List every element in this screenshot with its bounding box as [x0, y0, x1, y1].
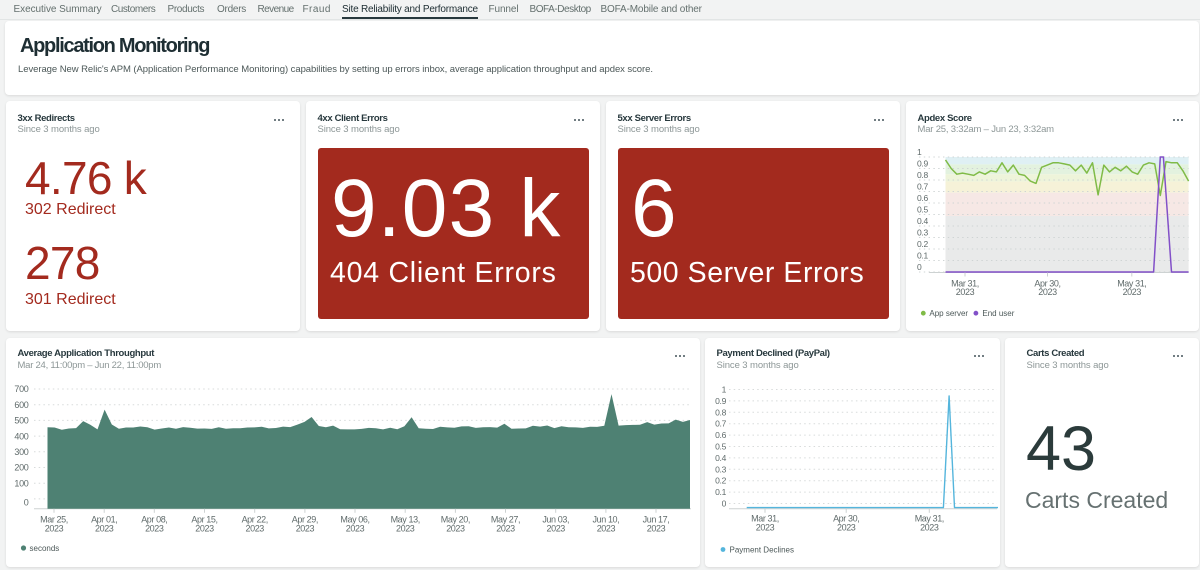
svg-text:0.9: 0.9 — [715, 396, 726, 406]
svg-text:0.1: 0.1 — [715, 487, 726, 497]
svg-text:0.5: 0.5 — [715, 442, 726, 452]
svg-text:2023: 2023 — [837, 523, 856, 533]
svg-text:0.2: 0.2 — [715, 476, 726, 486]
svg-text:1: 1 — [722, 385, 727, 395]
svg-text:0.4: 0.4 — [715, 453, 726, 463]
svg-text:0.7: 0.7 — [715, 419, 726, 429]
svg-text:2023: 2023 — [920, 523, 939, 533]
svg-text:0.8: 0.8 — [715, 407, 726, 417]
svg-text:Payment Declines: Payment Declines — [730, 546, 794, 555]
svg-text:0.6: 0.6 — [715, 430, 726, 440]
svg-text:0: 0 — [722, 499, 727, 509]
svg-text:2023: 2023 — [756, 523, 775, 533]
svg-text:0.3: 0.3 — [715, 464, 726, 474]
